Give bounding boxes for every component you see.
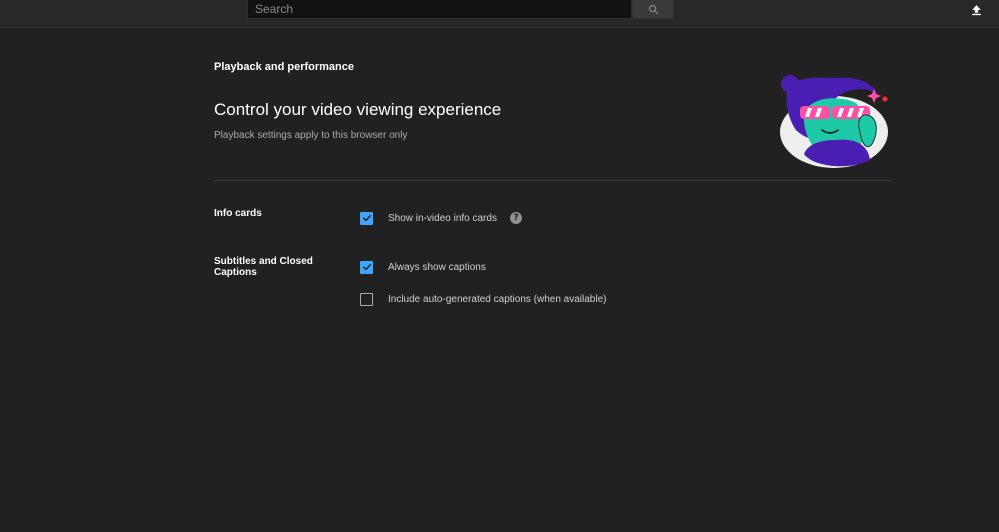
section-divider <box>214 180 892 181</box>
upload-button[interactable] <box>967 1 985 19</box>
option-always-show-captions[interactable]: Always show captions <box>360 260 486 274</box>
checkmark-icon <box>362 263 371 271</box>
option-label: Include auto-generated captions (when av… <box>388 293 607 305</box>
option-label: Show in-video info cards <box>388 212 497 224</box>
info-cards-checkbox[interactable] <box>360 211 373 225</box>
option-label: Always show captions <box>388 261 486 273</box>
help-icon[interactable]: ? <box>509 212 522 224</box>
page-subheading: Playback settings apply to this browser … <box>214 130 408 141</box>
search-input[interactable]: Search <box>247 0 632 19</box>
setting-label-info-cards: Info cards <box>214 208 262 219</box>
checkmark-icon <box>362 214 371 222</box>
upload-icon <box>971 5 981 16</box>
search-button[interactable] <box>632 0 674 19</box>
always-show-captions-checkbox[interactable] <box>360 260 373 274</box>
search-icon <box>648 4 658 14</box>
option-show-info-cards[interactable]: Show in-video info cards ? <box>360 211 522 225</box>
person-with-sunglasses-illustration <box>780 75 888 168</box>
top-bar: Search <box>0 0 999 28</box>
section-title: Playback and performance <box>214 61 355 73</box>
option-auto-generated-captions[interactable]: Include auto-generated captions (when av… <box>360 292 606 306</box>
setting-label-subtitles: Subtitles and Closed Captions <box>214 256 313 278</box>
page-headline: Control your video viewing experience <box>214 100 502 119</box>
auto-generated-captions-checkbox[interactable] <box>360 292 373 306</box>
